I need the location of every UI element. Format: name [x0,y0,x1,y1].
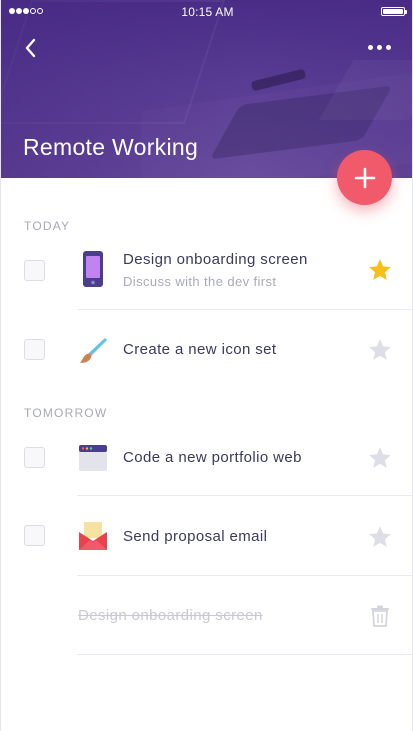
status-bar: 10:15 AM [1,0,412,22]
task-title: Design onboarding screen [123,251,308,268]
task-row[interactable]: Design onboarding screen Discuss with th… [1,240,412,310]
envelope-icon [78,521,108,551]
status-time: 10:15 AM [181,5,234,19]
trash-icon[interactable] [370,605,390,627]
paintbrush-icon [78,335,108,365]
task-title: Send proposal email [123,528,268,545]
plus-icon [354,167,375,188]
chevron-left-icon [25,38,36,58]
completed-task-row[interactable]: Design onboarding screen [1,576,412,656]
back-button[interactable] [19,36,43,60]
star-icon[interactable] [367,445,393,471]
phone-icon [78,251,108,287]
section-label-today: TODAY [24,219,71,233]
task-checkbox[interactable] [24,447,45,468]
header: 10:15 AM Remote Working [1,0,412,178]
row-divider [77,654,412,655]
task-checkbox[interactable] [24,339,45,360]
app-screen: 10:15 AM Remote Working TODAY Design onb… [0,0,413,731]
battery-icon [381,7,407,16]
task-row[interactable]: Create a new icon set [1,310,412,390]
more-options-button[interactable] [368,39,394,55]
page-title: Remote Working [23,134,199,160]
star-icon[interactable] [367,337,393,363]
task-row[interactable]: Code a new portfolio web [1,418,412,496]
task-title: Code a new portfolio web [123,449,302,466]
task-checkbox[interactable] [24,260,45,281]
more-horizontal-icon [368,44,373,50]
completed-task-title: Design onboarding screen [78,607,263,624]
add-task-button[interactable] [337,150,392,205]
browser-window-icon [78,443,108,473]
task-checkbox[interactable] [24,525,45,546]
task-subtitle: Discuss with the dev first [123,274,277,289]
task-row[interactable]: Send proposal email [1,496,412,576]
task-title: Create a new icon set [123,341,277,358]
star-icon[interactable] [367,524,393,550]
star-icon[interactable] [367,257,393,283]
